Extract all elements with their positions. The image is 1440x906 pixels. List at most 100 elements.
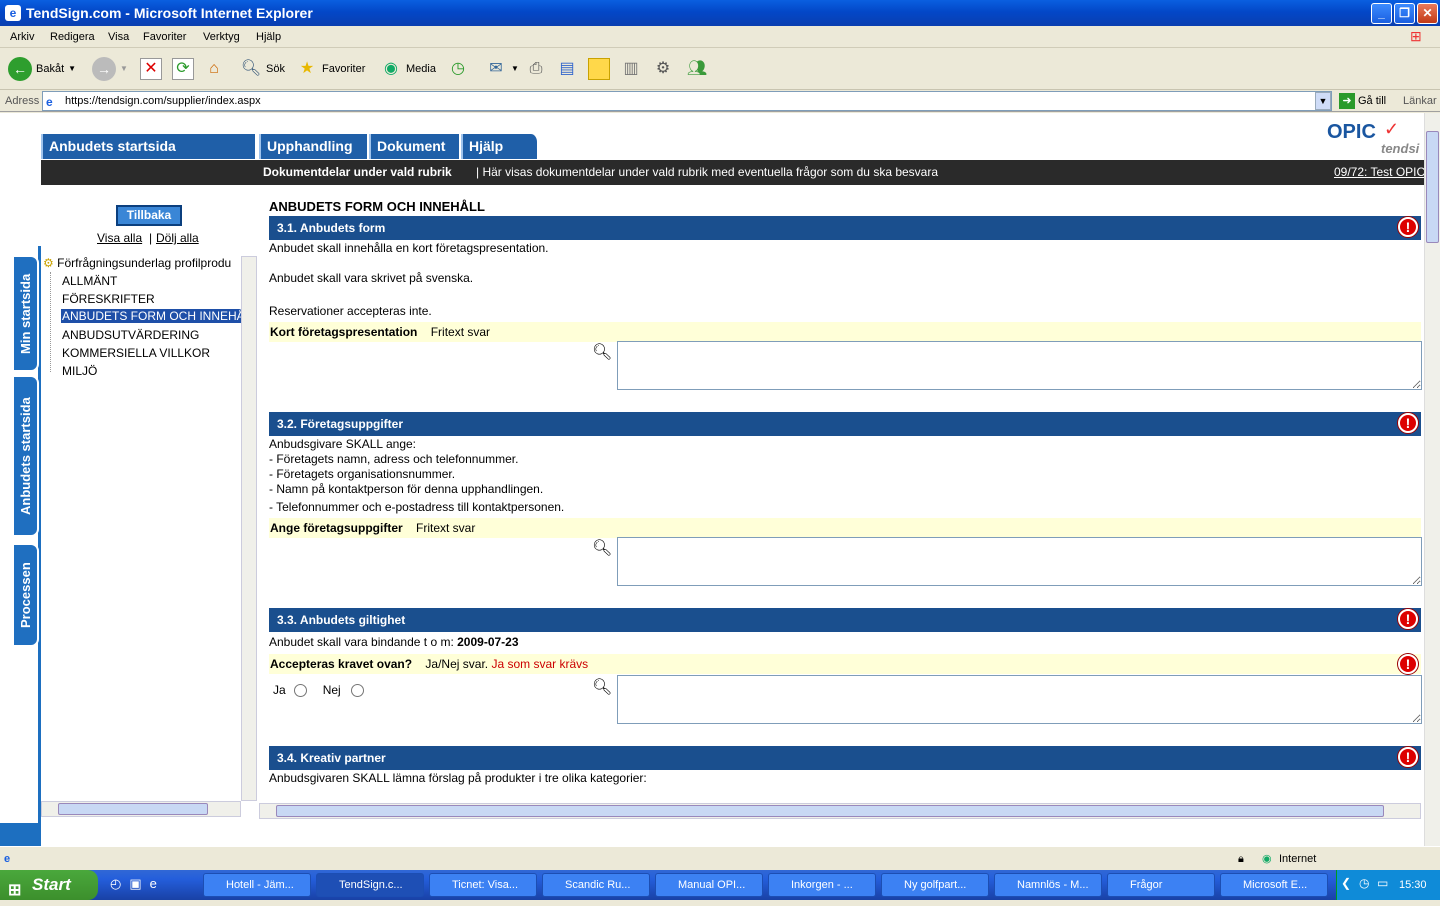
status-bar: e 🔒︎ ◉ Internet	[0, 846, 1440, 870]
task-hotell[interactable]: Hotell - Jäm...	[203, 873, 311, 897]
hide-all-link[interactable]: Dölj alla	[156, 231, 199, 245]
main-hscrollbar[interactable]	[259, 803, 1421, 819]
side-tab-label: Min startsida	[18, 273, 33, 354]
home-button[interactable]: ⌂	[203, 54, 225, 84]
start-label: Start	[32, 875, 71, 894]
yes-radio[interactable]	[293, 683, 307, 697]
task-scandic[interactable]: Scandic Ru...	[542, 873, 650, 897]
question-row: Accepteras kravet ovan? Ja/Nej svar. Ja …	[269, 654, 1421, 674]
mail-button[interactable]: ✉ ▼	[485, 54, 519, 84]
stop-button[interactable]: ✕	[140, 54, 162, 84]
tree-item-anbudets-form[interactable]: ANBUDETS FORM OCH INNEHÅ	[61, 309, 241, 323]
tab-dokument[interactable]: Dokument	[369, 134, 461, 159]
close-button[interactable]: ✕	[1417, 3, 1438, 24]
scroll-thumb	[1426, 131, 1439, 243]
desktop-icon[interactable]: ▣	[129, 876, 141, 892]
tree-vscrollbar[interactable]	[241, 256, 257, 801]
tab-anbudets-startsida[interactable]: Anbudets startsida	[41, 134, 257, 159]
tab-hjalp[interactable]: Hjälp	[461, 134, 539, 159]
task-manual[interactable]: Manual OPI...	[655, 873, 763, 897]
tree-hscrollbar[interactable]	[41, 801, 241, 817]
logo-swoosh-icon: ✓	[1384, 119, 1400, 139]
magnifier-icon[interactable]: 🔍︎	[592, 538, 614, 560]
tree-root[interactable]: ⚙ Förfrågningsunderlag profilprodu	[43, 256, 231, 270]
tree-item-allmant[interactable]: ALLMÄNT	[62, 274, 117, 288]
no-radio[interactable]	[350, 683, 364, 697]
tender-link[interactable]: 09/72: Test OPIC	[1334, 160, 1424, 185]
side-tab-label: Anbudets startsida	[18, 397, 33, 515]
monitor-tray-icon[interactable]: ▭	[1377, 876, 1388, 890]
outlook-icon[interactable]: ◴	[110, 876, 121, 892]
task-tendsign[interactable]: TendSign.c...	[316, 873, 424, 897]
print-button[interactable]: ⎙	[525, 54, 547, 84]
task-ticnet[interactable]: Ticnet: Visa...	[429, 873, 537, 897]
tree-item-anbudsutvardering[interactable]: ANBUDSUTVÄRDERING	[62, 328, 199, 342]
clock-tray-icon[interactable]: ◷	[1359, 876, 1369, 890]
info-bar-desc: | Här visas dokumentdelar under vald rub…	[476, 165, 939, 179]
menu-hjalp[interactable]: Hjälp	[252, 26, 285, 48]
task-excel[interactable]: Microsoft E...	[1220, 873, 1328, 897]
task-golfpartner[interactable]: Ny golfpart...	[881, 873, 989, 897]
minimize-button[interactable]: _	[1371, 3, 1392, 24]
answer-textarea[interactable]	[617, 341, 1422, 390]
tools-button[interactable]: ⚙	[652, 54, 674, 84]
section-text: - Namn på kontaktperson för denna upphan…	[269, 482, 544, 496]
maximize-button[interactable]: ❐	[1394, 3, 1415, 24]
section-title: 3.3. Anbudets giltighet	[277, 613, 406, 627]
media-button[interactable]: ◉ Media	[380, 54, 436, 84]
section-text: Reservationer accepteras inte.	[269, 304, 432, 318]
tree-item-foreskrifter[interactable]: FÖRESKRIFTER	[62, 292, 155, 306]
system-tray: ❮ ◷ ▭ 15:30	[1336, 870, 1440, 900]
show-all-link[interactable]: Visa alla	[97, 231, 142, 245]
chevron-left-icon[interactable]: ❮	[1341, 876, 1351, 890]
discuss-button[interactable]	[588, 54, 610, 84]
back-button[interactable]: ← Bakåt ▼	[8, 54, 76, 84]
search-button[interactable]: 🔍︎ Sök	[240, 54, 285, 84]
menu-arkiv[interactable]: Arkiv	[6, 26, 38, 48]
note-icon	[588, 58, 610, 80]
menu-redigera[interactable]: Redigera	[46, 26, 99, 48]
page-icon: e	[46, 95, 53, 109]
go-button[interactable]: ➜ Gå till	[1339, 91, 1386, 111]
section-title: 3.2. Företagsuppgifter	[277, 417, 404, 431]
answer-textarea[interactable]	[617, 675, 1422, 724]
no-label: Nej	[322, 683, 341, 697]
task-inkorgen[interactable]: Inkorgen - ...	[768, 873, 876, 897]
messenger-button[interactable]: 👥︎	[686, 54, 708, 84]
task-namnlos[interactable]: Namnlös - M...	[994, 873, 1102, 897]
menu-visa[interactable]: Visa	[104, 26, 133, 48]
back-page-button[interactable]: Tillbaka	[116, 205, 182, 226]
links-button[interactable]: Länkar	[1403, 90, 1437, 112]
answer-textarea[interactable]	[617, 537, 1422, 586]
tree-line	[50, 272, 51, 372]
task-fragor[interactable]: Frågor	[1107, 873, 1215, 897]
tree-item-miljo[interactable]: MILJÖ	[62, 364, 97, 378]
edit-button[interactable]: ▤	[556, 54, 578, 84]
address-label: Adress	[5, 95, 40, 107]
magnifier-icon[interactable]: 🔍︎	[592, 677, 614, 699]
address-dropdown[interactable]: ▼	[1315, 92, 1331, 110]
section-header-3-1: 3.1. Anbudets form	[269, 216, 1421, 240]
favorites-button[interactable]: ★ Favoriter	[296, 54, 366, 84]
tab-label: Upphandling	[267, 138, 353, 154]
window-title: TendSign.com - Microsoft Internet Explor…	[26, 5, 313, 21]
forward-button[interactable]: → ▼	[92, 54, 128, 84]
research-button[interactable]: ▥	[620, 54, 642, 84]
address-input[interactable]: e https://tendsign.com/supplier/index.as…	[42, 91, 1332, 111]
ie-icon: e	[5, 5, 21, 21]
side-tab-anbudets-startsida[interactable]: Anbudets startsida	[12, 375, 39, 537]
menu-favoriter[interactable]: Favoriter	[139, 26, 190, 48]
history-button[interactable]: ◷	[447, 54, 469, 84]
magnifier-icon[interactable]: 🔍︎	[592, 342, 614, 364]
ie-quick-icon[interactable]: e	[150, 876, 157, 892]
tab-upphandling[interactable]: Upphandling	[259, 134, 369, 159]
tree-item-kommersiella-villkor[interactable]: KOMMERSIELLA VILLKOR	[62, 346, 210, 360]
menu-verktyg[interactable]: Verktyg	[199, 26, 244, 48]
window-titlebar: e TendSign.com - Microsoft Internet Expl…	[0, 0, 1440, 26]
start-button[interactable]: ⊞ Start	[0, 870, 98, 900]
window-vscrollbar[interactable]	[1424, 113, 1440, 846]
side-tab-min-startsida[interactable]: Min startsida	[12, 255, 39, 372]
print-icon: ⎙	[529, 60, 543, 77]
refresh-button[interactable]: ⟳	[172, 54, 194, 84]
side-tab-processen[interactable]: Processen	[12, 543, 39, 647]
